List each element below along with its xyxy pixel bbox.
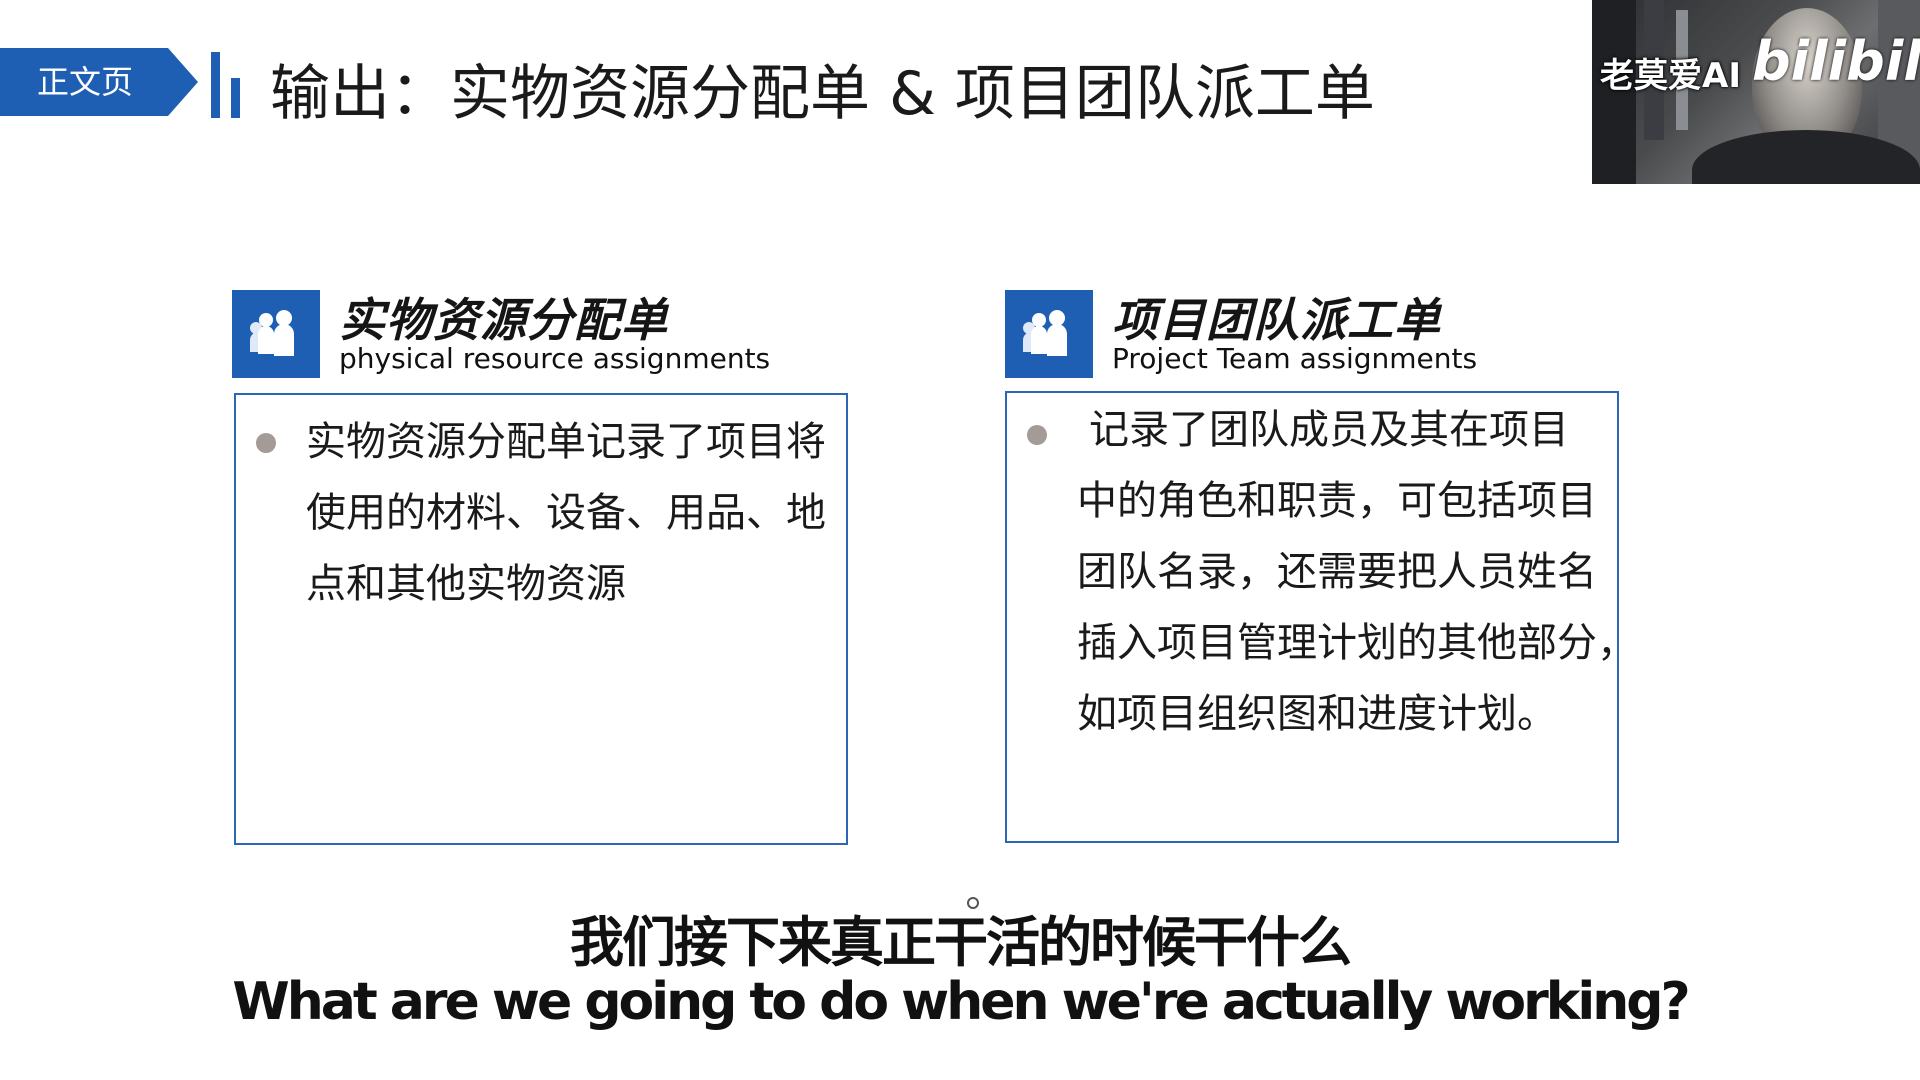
webcam-overlay: 老莫爱AI bilibili <box>1592 0 1920 184</box>
body-line: 记录了团队成员及其在项目 <box>1089 407 1569 453</box>
card-body-text: 实物资源分配单记录了项目将 使用的材料、设备、用品、地 点和其他实物资源 <box>306 407 826 620</box>
page-title: 输出：实物资源分配单 & 项目团队派工单 <box>270 59 1375 129</box>
body-line: 如项目组织图和进度计划。 <box>1077 691 1557 737</box>
body-line: 实物资源分配单记录了项目将 <box>306 419 826 465</box>
section-tab: 正文页 <box>0 48 198 116</box>
body-line: 中的角色和职责，可包括项目 <box>1077 478 1597 524</box>
channel-watermark: 老莫爱AI <box>1600 56 1741 96</box>
slide: 正文页 输出：实物资源分配单 & 项目团队派工单 老莫爱AI bilibili <box>0 0 1920 1080</box>
card-subtitle: physical resource assignments <box>339 342 771 375</box>
bullet-dot-icon <box>256 433 276 453</box>
bilibili-logo: bilibili <box>1752 30 1920 93</box>
card-title: 项目团队派工单 <box>1112 293 1441 347</box>
body-line: 插入项目管理计划的其他部分， <box>1077 620 1637 666</box>
body-line: 团队名录，还需要把人员姓名 <box>1077 549 1597 595</box>
card-body-physical-resources: 实物资源分配单记录了项目将 使用的材料、设备、用品、地 点和其他实物资源 <box>234 393 848 845</box>
card-title: 实物资源分配单 <box>339 293 668 347</box>
people-group-icon <box>232 290 320 378</box>
subtitle-chinese: 我们接下来真正干活的时候干什么 <box>569 910 1353 975</box>
body-line: 使用的材料、设备、用品、地 <box>306 490 826 536</box>
people-group-icon <box>1005 290 1093 378</box>
card-body-team-assignments: 记录了团队成员及其在项目 中的角色和职责，可包括项目 团队名录，还需要把人员姓名… <box>1005 391 1637 843</box>
bullet-dot-icon <box>1027 425 1047 445</box>
card-subtitle: Project Team assignments <box>1112 342 1478 375</box>
card-body-text: 记录了团队成员及其在项目 中的角色和职责，可包括项目 团队名录，还需要把人员姓名… <box>1077 395 1637 750</box>
section-tab-label: 正文页 <box>36 63 133 101</box>
subtitle-english: What are we going to do when we're actua… <box>231 971 1691 1033</box>
body-line: 点和其他实物资源 <box>306 561 626 607</box>
